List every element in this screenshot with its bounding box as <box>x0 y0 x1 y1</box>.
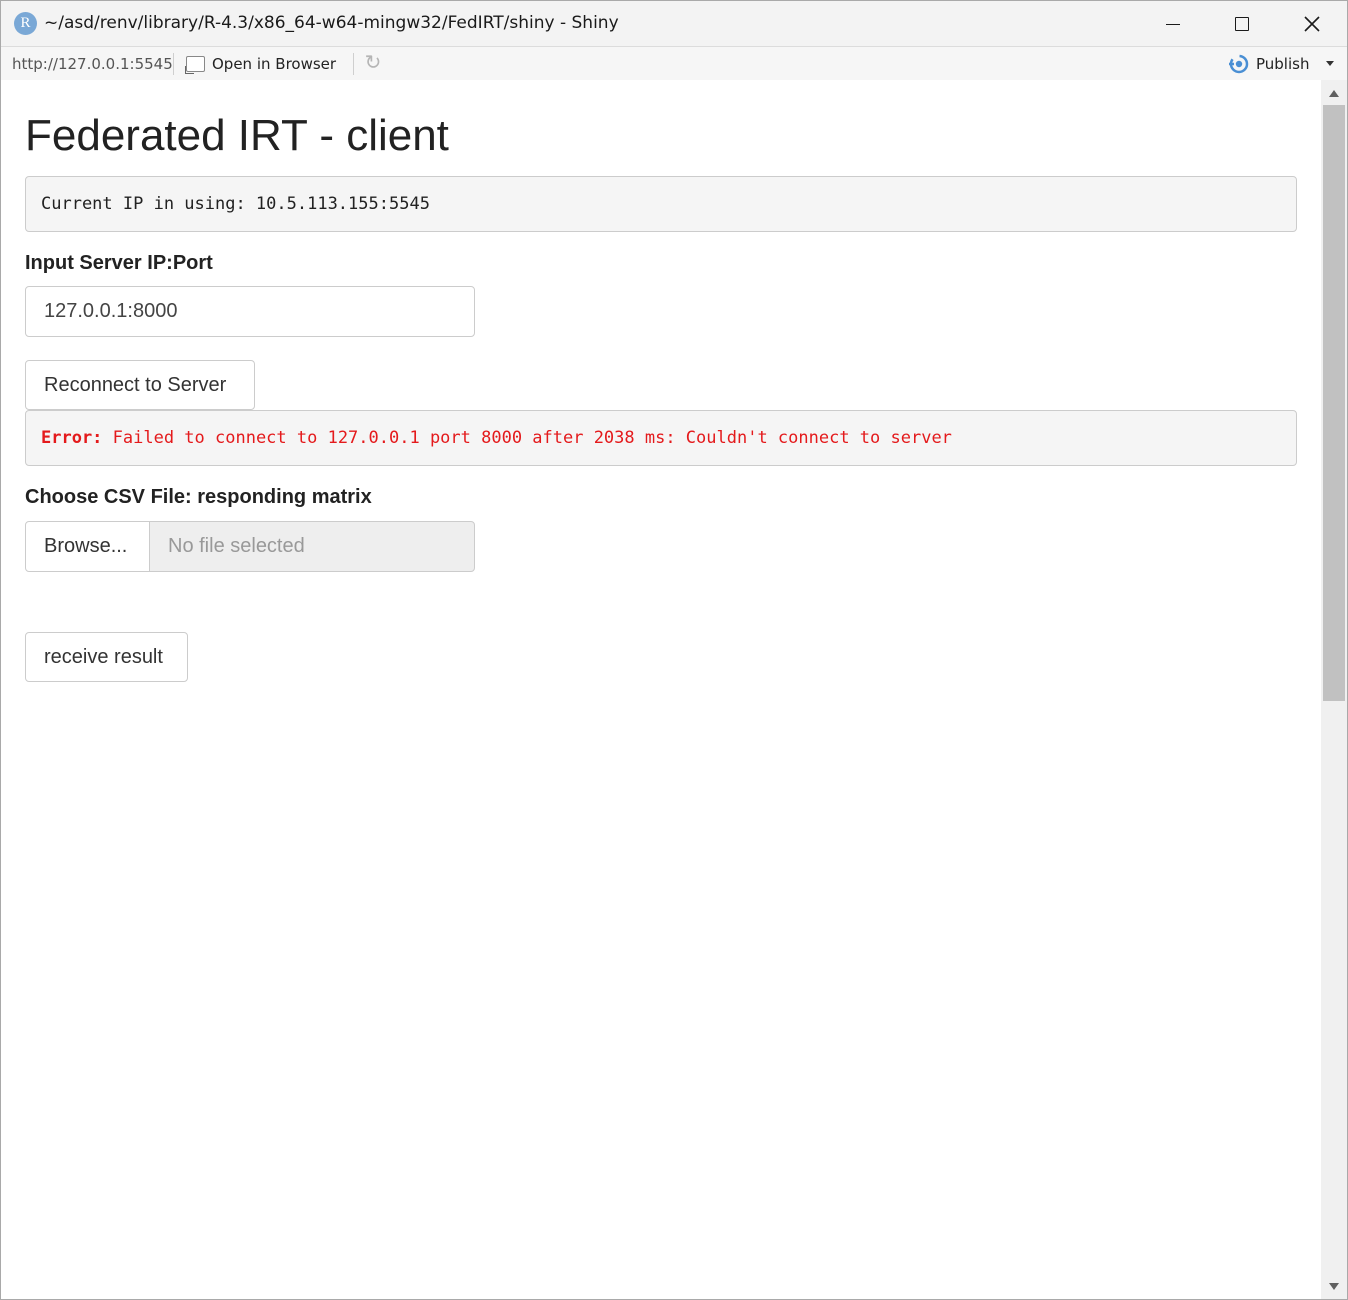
server-ip-label: Input Server IP:Port <box>25 252 213 274</box>
r-logo-icon: R <box>14 12 37 35</box>
maximize-button[interactable] <box>1207 1 1277 46</box>
close-button[interactable] <box>1277 1 1347 46</box>
scroll-up-arrow-icon[interactable] <box>1329 90 1339 97</box>
open-in-browser-label: Open in Browser <box>212 55 337 73</box>
reconnect-button[interactable]: Reconnect to Server <box>25 360 255 410</box>
viewer-toolbar: http://127.0.0.1:5545 Open in Browser ↻ … <box>1 46 1347 81</box>
csv-file-input: Browse... No file selected <box>25 521 475 572</box>
server-ip-input[interactable] <box>25 286 475 337</box>
browse-button[interactable]: Browse... <box>25 521 150 572</box>
toolbar-divider <box>353 53 354 75</box>
error-message: Failed to connect to 127.0.0.1 port 8000… <box>102 428 952 448</box>
error-output: Error: Failed to connect to 127.0.0.1 po… <box>25 410 1297 466</box>
publish-label: Publish <box>1256 55 1310 73</box>
title-bar: R ~/asd/renv/library/R-4.3/x86_64-w64-mi… <box>1 1 1347 46</box>
vertical-scrollbar[interactable] <box>1321 80 1347 1299</box>
shiny-window: R ~/asd/renv/library/R-4.3/x86_64-w64-mi… <box>0 0 1348 1300</box>
file-name-display: No file selected <box>149 521 475 572</box>
publish-dropdown-icon[interactable] <box>1326 61 1334 66</box>
close-icon <box>1304 15 1320 32</box>
csv-file-label: Choose CSV File: responding matrix <box>25 486 372 508</box>
current-ip-output: Current IP in using: 10.5.113.155:5545 <box>25 176 1297 232</box>
publish-button[interactable]: Publish <box>1228 52 1309 76</box>
refresh-icon[interactable]: ↻ <box>363 53 383 73</box>
page-title: Federated IRT - client <box>25 111 449 160</box>
scroll-thumb[interactable] <box>1323 105 1345 701</box>
publish-icon <box>1229 54 1249 74</box>
open-in-browser-button[interactable]: Open in Browser <box>185 53 337 75</box>
minimize-button[interactable] <box>1138 1 1208 46</box>
url-display: http://127.0.0.1:5545 <box>12 55 173 73</box>
error-prefix: Error: <box>41 428 103 448</box>
scroll-down-arrow-icon[interactable] <box>1329 1283 1339 1290</box>
window-title: ~/asd/renv/library/R-4.3/x86_64-w64-ming… <box>44 13 619 33</box>
receive-result-button[interactable]: receive result <box>25 632 188 682</box>
open-browser-icon <box>185 56 205 74</box>
toolbar-divider <box>173 53 174 75</box>
app-viewport: Federated IRT - client Current IP in usi… <box>1 80 1321 1299</box>
minimize-icon <box>1166 24 1180 25</box>
maximize-icon <box>1235 16 1249 31</box>
